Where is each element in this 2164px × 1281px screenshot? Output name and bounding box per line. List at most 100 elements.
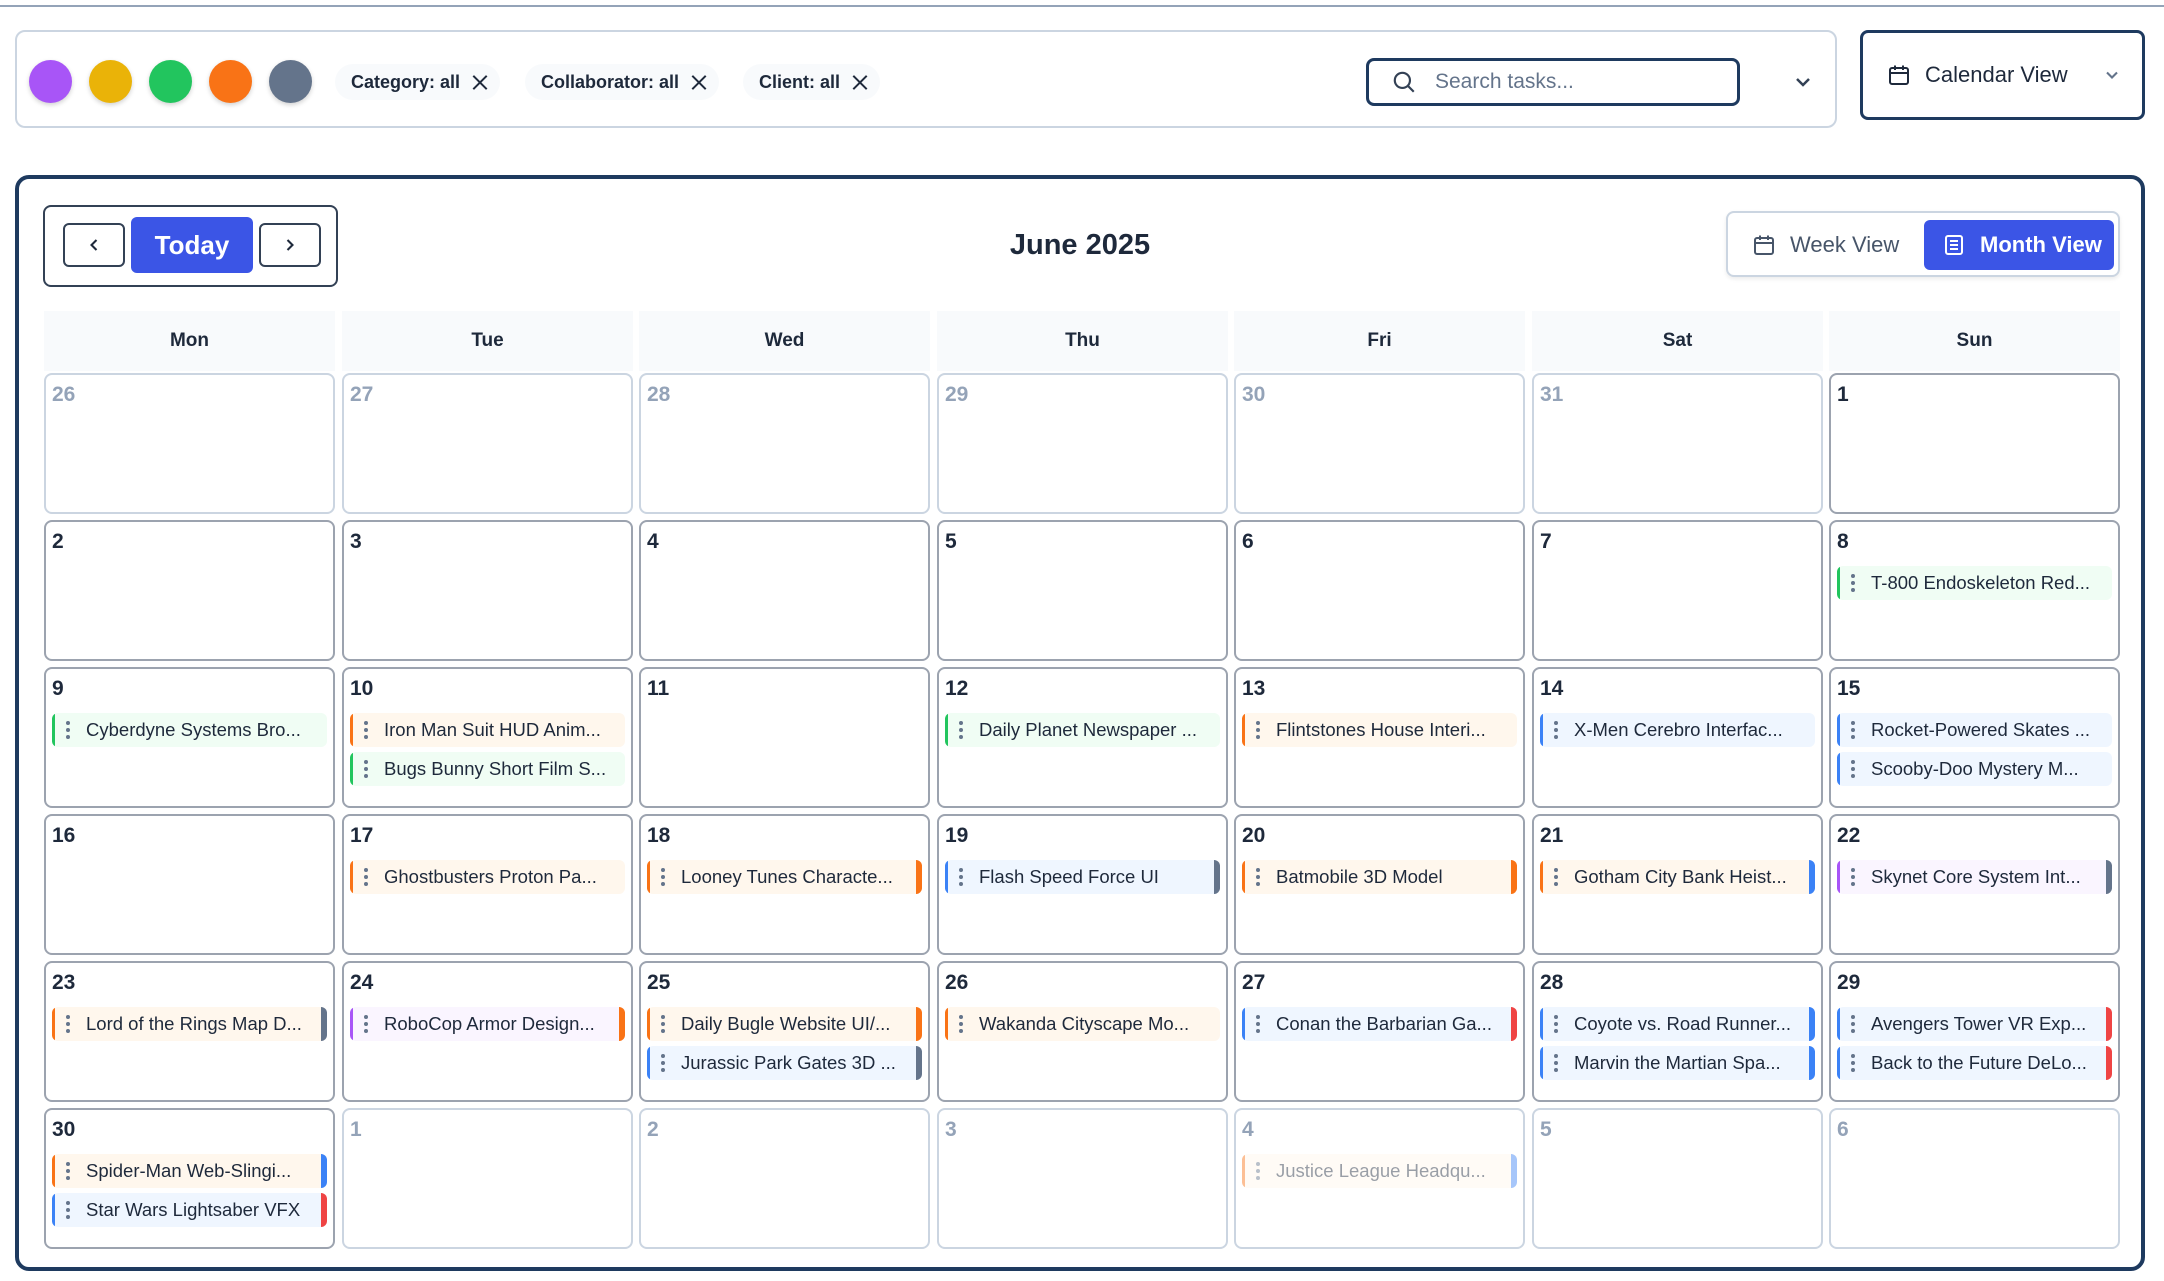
- view-select[interactable]: Calendar View: [1860, 30, 2145, 120]
- drag-handle-icon[interactable]: [959, 868, 963, 886]
- task-item[interactable]: Jurassic Park Gates 3D ...: [647, 1046, 922, 1080]
- drag-handle-icon[interactable]: [661, 1054, 665, 1072]
- task-item[interactable]: Looney Tunes Characte...: [647, 860, 922, 894]
- day-cell[interactable]: 26: [44, 373, 335, 514]
- day-cell[interactable]: 15 Rocket-Powered Skates ... Scooby-Doo My…: [1829, 667, 2120, 808]
- day-cell[interactable]: 17 Ghostbusters Proton Pa...: [342, 814, 633, 955]
- drag-handle-icon[interactable]: [364, 760, 368, 778]
- drag-handle-icon[interactable]: [1256, 1162, 1260, 1180]
- day-cell[interactable]: 24 RoboCop Armor Design...: [342, 961, 633, 1102]
- task-item[interactable]: Avengers Tower VR Exp...: [1837, 1007, 2112, 1041]
- month-view-button[interactable]: Month View: [1924, 220, 2114, 270]
- drag-handle-icon[interactable]: [1554, 868, 1558, 886]
- day-cell[interactable]: 31: [1532, 373, 1823, 514]
- day-cell[interactable]: 6: [1234, 520, 1525, 661]
- drag-handle-icon[interactable]: [66, 1015, 70, 1033]
- task-item[interactable]: Marvin the Martian Spa...: [1540, 1046, 1815, 1080]
- day-cell[interactable]: 29: [937, 373, 1228, 514]
- filter-chip[interactable]: Client: all: [743, 64, 881, 100]
- close-icon[interactable]: [691, 74, 707, 90]
- task-item[interactable]: Batmobile 3D Model: [1242, 860, 1517, 894]
- task-item[interactable]: Rocket-Powered Skates ...: [1837, 713, 2112, 747]
- day-cell[interactable]: 10 Iron Man Suit HUD Anim... Bugs Bunny Sh…: [342, 667, 633, 808]
- task-item[interactable]: X-Men Cerebro Interfac...: [1540, 713, 1815, 747]
- task-item[interactable]: Daily Planet Newspaper ...: [945, 713, 1220, 747]
- day-cell[interactable]: 4: [639, 520, 930, 661]
- drag-handle-icon[interactable]: [66, 1162, 70, 1180]
- drag-handle-icon[interactable]: [1851, 574, 1855, 592]
- green-filter-dot[interactable]: [149, 60, 192, 103]
- day-cell[interactable]: 4 Justice League Headqu...: [1234, 1108, 1525, 1249]
- drag-handle-icon[interactable]: [66, 721, 70, 739]
- day-cell[interactable]: 30 Spider-Man Web-Slingi... Star Wars Ligh…: [44, 1108, 335, 1249]
- day-cell[interactable]: 2: [639, 1108, 930, 1249]
- day-cell[interactable]: 11: [639, 667, 930, 808]
- day-cell[interactable]: 1: [342, 1108, 633, 1249]
- day-cell[interactable]: 1: [1829, 373, 2120, 514]
- day-cell[interactable]: 13 Flintstones House Interi...: [1234, 667, 1525, 808]
- day-cell[interactable]: 6: [1829, 1108, 2120, 1249]
- day-cell[interactable]: 25 Daily Bugle Website UI/... Jurassic Par…: [639, 961, 930, 1102]
- drag-handle-icon[interactable]: [1554, 721, 1558, 739]
- filter-chip[interactable]: Category: all: [335, 64, 501, 100]
- search-input[interactable]: [1435, 70, 1725, 94]
- search-box[interactable]: [1366, 58, 1740, 106]
- task-item[interactable]: Gotham City Bank Heist...: [1540, 860, 1815, 894]
- day-cell[interactable]: 22 Skynet Core System Int...: [1829, 814, 2120, 955]
- task-item[interactable]: Lord of the Rings Map D...: [52, 1007, 327, 1041]
- task-item[interactable]: Cyberdyne Systems Bro...: [52, 713, 327, 747]
- day-cell[interactable]: 21 Gotham City Bank Heist...: [1532, 814, 1823, 955]
- day-cell[interactable]: 16: [44, 814, 335, 955]
- drag-handle-icon[interactable]: [364, 868, 368, 886]
- day-cell[interactable]: 3: [342, 520, 633, 661]
- drag-handle-icon[interactable]: [1554, 1054, 1558, 1072]
- day-cell[interactable]: 27 Conan the Barbarian Ga...: [1234, 961, 1525, 1102]
- drag-handle-icon[interactable]: [1851, 1054, 1855, 1072]
- drag-handle-icon[interactable]: [1256, 721, 1260, 739]
- drag-handle-icon[interactable]: [1554, 1015, 1558, 1033]
- day-cell[interactable]: 20 Batmobile 3D Model: [1234, 814, 1525, 955]
- task-item[interactable]: Wakanda Cityscape Mo...: [945, 1007, 1220, 1041]
- day-cell[interactable]: 5: [1532, 1108, 1823, 1249]
- day-cell[interactable]: 2: [44, 520, 335, 661]
- task-item[interactable]: Skynet Core System Int...: [1837, 860, 2112, 894]
- day-cell[interactable]: 3: [937, 1108, 1228, 1249]
- drag-handle-icon[interactable]: [1256, 1015, 1260, 1033]
- day-cell[interactable]: 28 Coyote vs. Road Runner... Marvin the Ma…: [1532, 961, 1823, 1102]
- drag-handle-icon[interactable]: [1256, 868, 1260, 886]
- filter-chip[interactable]: Collaborator: all: [525, 64, 720, 100]
- task-item[interactable]: T-800 Endoskeleton Red...: [1837, 566, 2112, 600]
- day-cell[interactable]: 14 X-Men Cerebro Interfac...: [1532, 667, 1823, 808]
- task-item[interactable]: Flintstones House Interi...: [1242, 713, 1517, 747]
- task-item[interactable]: Back to the Future DeLo...: [1837, 1046, 2112, 1080]
- day-cell[interactable]: 5: [937, 520, 1228, 661]
- task-item[interactable]: Daily Bugle Website UI/...: [647, 1007, 922, 1041]
- task-item[interactable]: Coyote vs. Road Runner...: [1540, 1007, 1815, 1041]
- drag-handle-icon[interactable]: [661, 868, 665, 886]
- day-cell[interactable]: 23 Lord of the Rings Map D...: [44, 961, 335, 1102]
- gray-filter-dot[interactable]: [269, 60, 312, 103]
- drag-handle-icon[interactable]: [364, 721, 368, 739]
- drag-handle-icon[interactable]: [959, 721, 963, 739]
- drag-handle-icon[interactable]: [1851, 721, 1855, 739]
- task-item[interactable]: RoboCop Armor Design...: [350, 1007, 625, 1041]
- week-view-button[interactable]: Week View: [1736, 220, 1922, 270]
- day-cell[interactable]: 19 Flash Speed Force UI: [937, 814, 1228, 955]
- day-cell[interactable]: 12 Daily Planet Newspaper ...: [937, 667, 1228, 808]
- task-item[interactable]: Iron Man Suit HUD Anim...: [350, 713, 625, 747]
- task-item[interactable]: Spider-Man Web-Slingi...: [52, 1154, 327, 1188]
- drag-handle-icon[interactable]: [661, 1015, 665, 1033]
- day-cell[interactable]: 29 Avengers Tower VR Exp... Back to the Fu…: [1829, 961, 2120, 1102]
- drag-handle-icon[interactable]: [1851, 1015, 1855, 1033]
- day-cell[interactable]: 18 Looney Tunes Characte...: [639, 814, 930, 955]
- day-cell[interactable]: 28: [639, 373, 930, 514]
- yellow-filter-dot[interactable]: [89, 60, 132, 103]
- task-item[interactable]: Conan the Barbarian Ga...: [1242, 1007, 1517, 1041]
- close-icon[interactable]: [472, 74, 488, 90]
- task-item[interactable]: Flash Speed Force UI: [945, 860, 1220, 894]
- day-cell[interactable]: 30: [1234, 373, 1525, 514]
- task-item[interactable]: Scooby-Doo Mystery M...: [1837, 752, 2112, 786]
- task-item[interactable]: Star Wars Lightsaber VFX: [52, 1193, 327, 1227]
- task-item[interactable]: Justice League Headqu...: [1242, 1154, 1517, 1188]
- drag-handle-icon[interactable]: [364, 1015, 368, 1033]
